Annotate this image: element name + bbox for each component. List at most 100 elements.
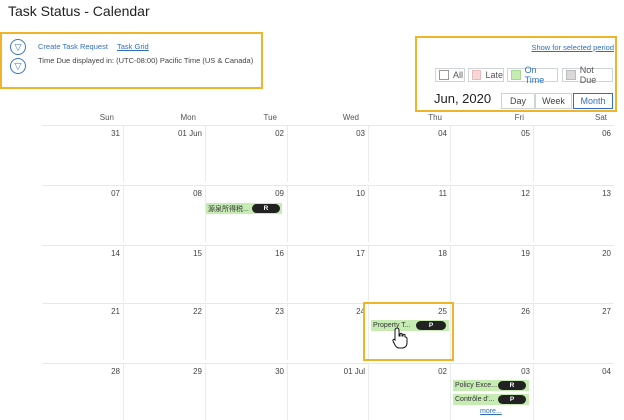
day-number: 03 — [521, 367, 530, 376]
day-cell[interactable]: 07 — [42, 186, 124, 242]
day-cell[interactable]: 08 — [124, 186, 206, 242]
day-cell[interactable]: 20 — [534, 246, 614, 302]
view-day-button[interactable]: Day — [501, 93, 535, 109]
month-title: Jun, 2020 — [434, 91, 492, 106]
highlighted-day-box — [363, 302, 454, 361]
week-row-5: 28 29 30 01 Jul 02 03 Policy Exce... R C… — [42, 363, 614, 420]
day-cell[interactable]: 14 — [42, 246, 124, 302]
day-cell[interactable]: 26 — [451, 304, 534, 360]
legend-not-due-label: Not Due — [579, 65, 597, 85]
day-number: 13 — [602, 189, 611, 198]
day-cell[interactable]: 03 — [288, 126, 369, 182]
dow-sat: Sat — [594, 113, 607, 122]
day-number: 01 Jun — [177, 129, 202, 138]
day-cell[interactable]: 17 — [288, 246, 369, 302]
day-number: 03 — [356, 129, 365, 138]
day-number: 11 — [438, 189, 447, 198]
legend-not-due-swatch — [566, 70, 576, 80]
day-cell[interactable]: 11 — [369, 186, 451, 242]
dow-mon: Mon — [180, 113, 196, 122]
day-cell[interactable]: 13 — [534, 186, 614, 242]
day-number: 06 — [602, 129, 611, 138]
day-cell[interactable]: 28 — [42, 364, 124, 420]
dow-wed: Wed — [342, 113, 359, 122]
day-cell[interactable]: 15 — [124, 246, 206, 302]
view-week-button[interactable]: Week — [535, 93, 572, 109]
filter-icon[interactable]: ▽ — [10, 39, 26, 55]
filter-icon-2[interactable]: ▽ — [10, 58, 26, 74]
week-row-2: 07 08 09 源泉所得税... R 10 11 12 13 — [42, 185, 614, 246]
day-number: 17 — [356, 249, 365, 258]
day-cell[interactable]: 03 Policy Exce... R Contrôle d'... P mor… — [451, 364, 534, 420]
day-number: 29 — [193, 367, 202, 376]
legend-all-swatch — [439, 70, 449, 80]
day-cell[interactable]: 22 — [124, 304, 206, 360]
legend-late[interactable]: Late — [468, 68, 504, 82]
view-month-button[interactable]: Month — [573, 93, 613, 109]
event-label: Contrôle d'... — [455, 396, 495, 403]
timezone-text: Time Due displayed in: (UTC-08:00) Pacif… — [38, 56, 254, 65]
day-number: 04 — [602, 367, 611, 376]
day-cell[interactable]: 02 — [206, 126, 288, 182]
day-cell[interactable]: 05 — [451, 126, 534, 182]
day-cell[interactable]: 10 — [288, 186, 369, 242]
legend-late-label: Late — [485, 70, 503, 80]
day-number: 05 — [521, 129, 530, 138]
day-number: 02 — [438, 367, 447, 376]
more-events-link[interactable]: more... — [480, 408, 502, 415]
day-cell[interactable]: 16 — [206, 246, 288, 302]
dow-thu: Thu — [428, 113, 442, 122]
legend-on-time-label: On Time — [524, 65, 545, 85]
day-cell[interactable]: 23 — [206, 304, 288, 360]
week-row-4: 21 22 23 24 25 26 27 — [42, 303, 614, 364]
legend-on-time[interactable]: On Time — [507, 65, 558, 85]
day-number: 16 — [275, 249, 284, 258]
day-number: 15 — [193, 249, 202, 258]
day-number: 01 Jul — [343, 367, 365, 376]
day-cell[interactable]: 01 Jul — [288, 364, 369, 420]
legend-all-label: All — [453, 70, 464, 80]
day-number: 27 — [602, 307, 611, 316]
page-title: Task Status - Calendar — [8, 3, 150, 19]
create-task-request-link[interactable]: Create Task Request — [38, 42, 108, 51]
hand-cursor-icon — [392, 327, 408, 349]
show-for-selected-period-link[interactable]: Show for selected period — [531, 43, 614, 52]
day-cell[interactable]: 31 — [42, 126, 124, 182]
event-label: 源泉所得税... — [208, 205, 249, 213]
event-label: Policy Exce... — [455, 382, 498, 389]
day-cell[interactable]: 24 — [288, 304, 369, 360]
week-row-3: 14 15 16 17 18 19 20 — [42, 245, 614, 306]
day-number: 18 — [438, 249, 447, 258]
day-number: 20 — [602, 249, 611, 258]
day-cell[interactable]: 06 — [534, 126, 614, 182]
day-cell[interactable]: 30 — [206, 364, 288, 420]
day-cell[interactable]: 18 — [369, 246, 451, 302]
event-status-badge: R — [252, 204, 280, 213]
day-cell[interactable]: 29 — [124, 364, 206, 420]
day-of-week-header: Sun Mon Tue Wed Thu Fri Sat — [42, 113, 614, 125]
day-number: 02 — [275, 129, 284, 138]
day-cell[interactable]: 21 — [42, 304, 124, 360]
day-cell[interactable]: 27 — [534, 304, 614, 360]
day-cell[interactable]: 09 源泉所得税... R — [206, 186, 288, 242]
day-cell[interactable]: 02 — [369, 364, 451, 420]
day-number: 19 — [521, 249, 530, 258]
day-cell[interactable]: 19 — [451, 246, 534, 302]
calendar-controls-panel: Show for selected period All Late On Tim… — [415, 36, 617, 112]
legend-not-due[interactable]: Not Due — [562, 65, 613, 85]
day-number: 23 — [275, 307, 284, 316]
event-status-badge: R — [498, 381, 526, 390]
day-cell[interactable]: 04 — [369, 126, 451, 182]
week-row-1: 31 01 Jun 02 03 04 05 06 — [42, 125, 614, 186]
day-cell[interactable]: 04 — [534, 364, 614, 420]
dow-tue: Tue — [263, 113, 278, 122]
day-cell[interactable]: 01 Jun — [124, 126, 206, 182]
task-actions-panel: ▽ ▽ Create Task Request Task Grid Time D… — [0, 32, 263, 89]
legend-all[interactable]: All — [435, 68, 465, 82]
task-grid-link[interactable]: Task Grid — [117, 42, 149, 51]
day-number: 10 — [356, 189, 365, 198]
day-number: 04 — [438, 129, 447, 138]
day-number: 28 — [111, 367, 120, 376]
event-status-badge: P — [416, 321, 446, 330]
day-cell[interactable]: 12 — [451, 186, 534, 242]
